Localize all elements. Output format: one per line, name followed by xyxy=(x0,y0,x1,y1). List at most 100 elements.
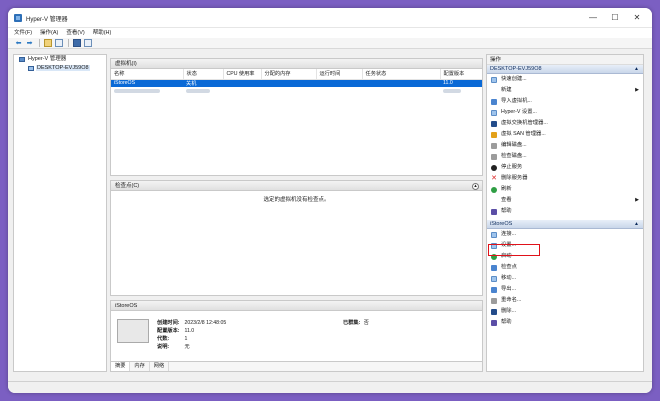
forward-arrow-icon[interactable]: ➡ xyxy=(25,39,34,48)
main-content: Hyper-V 管理器 DESKTOP-EVJ59O8 虚拟机(I) 名称 状态… xyxy=(8,50,652,380)
action-export[interactable]: 导出... xyxy=(487,284,643,295)
tab-summary[interactable]: 摘要 xyxy=(111,362,131,371)
menu-view[interactable]: 查看(V) xyxy=(66,28,84,38)
vm-task-cell xyxy=(362,79,440,87)
action-quick-create[interactable]: 快速创建... xyxy=(487,74,643,85)
actions-title: 操作 xyxy=(487,55,643,65)
action-label: 停止服务 xyxy=(501,164,523,170)
action-label: 检查磁盘... xyxy=(501,153,527,159)
rename-icon xyxy=(491,298,497,304)
action-label: 帮助 xyxy=(501,319,512,325)
maximize-button[interactable]: ☐ xyxy=(608,11,622,25)
column-header-name[interactable]: 名称 xyxy=(111,69,184,80)
minimize-button[interactable]: — xyxy=(586,11,600,25)
action-hyperv-settings[interactable]: Hyper-V 设置... xyxy=(487,107,643,118)
action-label: 新建 xyxy=(501,87,512,93)
action-refresh[interactable]: 刷新 xyxy=(487,184,643,195)
hyperv-node-icon xyxy=(19,57,25,62)
delete-icon xyxy=(491,309,497,315)
move-icon xyxy=(491,276,497,282)
vm-table: 名称 状态 CPU 使用率 分配的内存 运行时间 任务状态 配置版本 iStor… xyxy=(111,69,482,95)
action-vm-help[interactable]: 帮助 xyxy=(487,317,643,328)
collapse-up-icon[interactable]: ▲ xyxy=(634,65,639,74)
virtual-machines-panel: 虚拟机(I) 名称 状态 CPU 使用率 分配的内存 运行时间 任务状态 配置版… xyxy=(110,58,483,176)
action-label: 查看 xyxy=(501,197,512,203)
action-virtual-switch-manager[interactable]: 虚拟交换机管理器... xyxy=(487,118,643,129)
action-rename[interactable]: 重命名... xyxy=(487,295,643,306)
action-label: 删除服务器 xyxy=(501,175,528,181)
vm-memory-cell xyxy=(261,87,316,95)
column-header-cpu[interactable]: CPU 使用率 xyxy=(223,69,262,80)
menu-help[interactable]: 帮助(H) xyxy=(93,28,112,38)
back-arrow-icon[interactable]: ⬅ xyxy=(14,39,23,48)
column-header-memory[interactable]: 分配的内存 xyxy=(261,69,317,80)
action-label: 删除... xyxy=(501,308,517,314)
action-label: 连接... xyxy=(501,231,517,237)
connect-icon xyxy=(491,232,497,238)
action-label: 移动... xyxy=(501,275,517,281)
detail-key: 创建时间: xyxy=(157,320,180,326)
toolbar: ⬅ ➡ xyxy=(8,38,652,49)
action-label: 快速创建... xyxy=(501,76,527,82)
column-header-config-version[interactable]: 配置版本 xyxy=(440,69,482,80)
help-book-icon[interactable] xyxy=(72,39,81,48)
console-tree: Hyper-V 管理器 DESKTOP-EVJ59O8 xyxy=(13,54,107,372)
menu-action[interactable]: 操作(A) xyxy=(40,28,58,38)
detail-key: 代数: xyxy=(157,336,170,342)
action-remove-server[interactable]: ✕ 删除服务器 xyxy=(487,173,643,184)
action-virtual-san-manager[interactable]: 虚拟 SAN 管理器... xyxy=(487,129,643,140)
detail-key: 说明: xyxy=(157,344,170,350)
menu-file[interactable]: 文件(F) xyxy=(14,28,32,38)
table-row[interactable] xyxy=(111,87,482,95)
tree-node-hyperv-manager[interactable]: Hyper-V 管理器 xyxy=(14,55,106,64)
action-edit-disk[interactable]: 编辑磁盘... xyxy=(487,140,643,151)
vm-cpu-cell xyxy=(223,87,261,95)
collapse-up-icon[interactable]: ▴ xyxy=(472,182,479,190)
detail-notes-row: 说明: 无 xyxy=(157,343,190,351)
column-header-uptime[interactable]: 运行时间 xyxy=(316,69,363,80)
column-header-state[interactable]: 状态 xyxy=(183,69,224,80)
detail-key: 已群集: xyxy=(343,320,361,326)
tree-node-host[interactable]: DESKTOP-EVJ59O8 xyxy=(14,64,106,73)
action-delete[interactable]: 删除... xyxy=(487,306,643,317)
action-import-vm[interactable]: 导入虚拟机... xyxy=(487,96,643,107)
action-move[interactable]: 移动... xyxy=(487,273,643,284)
panel-header: 检查点(C) ▴ xyxy=(111,181,482,191)
actions-section-host[interactable]: DESKTOP-EVJ59O8 ▲ xyxy=(487,65,643,74)
hyperv-settings-icon xyxy=(491,110,497,116)
toolbar-separator xyxy=(68,39,69,47)
status-bar xyxy=(8,381,652,393)
detail-value: 1 xyxy=(184,336,188,342)
folder-up-icon[interactable] xyxy=(43,39,52,48)
action-help[interactable]: 帮助 xyxy=(487,206,643,217)
action-connect[interactable]: 连接... xyxy=(487,229,643,240)
collapse-up-icon[interactable]: ▲ xyxy=(634,220,639,229)
settings-highlight-annotation xyxy=(488,244,540,256)
section-title: DESKTOP-EVJ59O8 xyxy=(490,66,542,72)
tab-network[interactable]: 网络 xyxy=(150,362,170,371)
import-vm-icon xyxy=(491,99,497,105)
table-header-row: 名称 状态 CPU 使用率 分配的内存 运行时间 任务状态 配置版本 xyxy=(111,69,482,80)
action-stop-service[interactable]: 停止服务 xyxy=(487,162,643,173)
action-view[interactable]: 查看 ▶ xyxy=(487,195,643,206)
checkpoints-panel: 检查点(C) ▴ 选定的虚拟机没有检查点。 xyxy=(110,180,483,296)
action-new[interactable]: 新建 ▶ xyxy=(487,85,643,96)
export-icon xyxy=(491,287,497,293)
action-checkpoint[interactable]: 检查点 xyxy=(487,262,643,273)
tree-node-label: DESKTOP-EVJ59O8 xyxy=(36,65,90,71)
console-tree-icon[interactable] xyxy=(54,39,63,48)
panel-title: iStoreOS xyxy=(115,303,138,309)
table-row[interactable]: iStoreOS 关机 11.0 xyxy=(111,79,482,87)
actions-section-vm[interactable]: iStoreOS ▲ xyxy=(487,220,643,229)
hyperv-app-icon xyxy=(14,14,22,22)
column-header-task-status[interactable]: 任务状态 xyxy=(362,69,441,80)
action-inspect-disk[interactable]: 检查磁盘... xyxy=(487,151,643,162)
close-button[interactable]: ✕ xyxy=(630,11,644,25)
action-pane-icon[interactable] xyxy=(83,39,92,48)
action-label: 导出... xyxy=(501,286,517,292)
virtual-switch-icon xyxy=(491,121,497,127)
tab-memory[interactable]: 内存 xyxy=(130,362,150,371)
vm-version-cell: 11.0 xyxy=(440,79,482,87)
detail-clustered-row: 已群集: 否 xyxy=(343,319,369,326)
detail-value: 无 xyxy=(184,344,190,350)
